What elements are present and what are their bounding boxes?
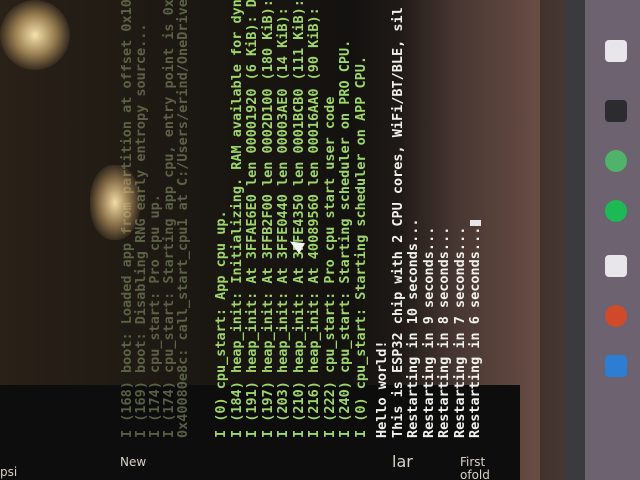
side-text-psi: psi (0, 465, 18, 479)
app-icon[interactable] (605, 100, 627, 122)
boot-log-line: I (0) cpu_start: App cpu up. (213, 210, 229, 438)
faded-log-line: 0x40080e8c: call_start_cpu1 at C:/Users/… (175, 0, 191, 438)
terminal-cursor (469, 219, 481, 226)
boot-log-line: I (210) heap_init: At 3FFE4350 len 0001B… (290, 0, 307, 438)
boot-log-line: I (216) heap_init: At 40089560 len 00016… (306, 0, 322, 438)
faded-log-line: I (174) cpu_start: Pro cpu up. (147, 194, 163, 438)
window-edge (565, 0, 585, 480)
boot-log-line: I (222) cpu_start: Pro cpu start user co… (321, 96, 338, 438)
app-icon[interactable] (605, 305, 627, 327)
output-line: Restarting in 7 seconds... (451, 226, 468, 438)
boot-log-line: I (240) cpu_start: Starting scheduler on… (337, 39, 353, 438)
side-text-lar: lar (392, 452, 413, 471)
boot-log-line: I (203) heap_init: At 3FFE0440 len 00003… (275, 0, 291, 438)
boot-log-line: I (0) cpu_start: Starting scheduler on A… (352, 55, 369, 438)
light-glare (0, 0, 70, 70)
app-icon[interactable] (605, 355, 627, 377)
output-line: Restarting in 9 seconds... (420, 226, 437, 438)
output-line: Restarting in 8 seconds... (436, 226, 452, 438)
app-icon[interactable] (605, 40, 627, 62)
output-line: This is ESP32 chip with 2 CPU cores, WiF… (389, 7, 406, 438)
serial-monitor-terminal: I (168) boot: Loaded app from partition … (0, 0, 520, 480)
boot-log-line: I (197) heap_init: At 3FFB2F00 len 0002D… (259, 0, 276, 438)
output-line: Restarting in 10 seconds... (405, 218, 421, 438)
app-icon[interactable] (605, 255, 627, 277)
taskbar (585, 0, 640, 480)
light-glare (90, 165, 140, 240)
boot-log-line: I (191) heap_init: At 3FFAE6E0 len 00001… (244, 0, 260, 438)
output-line: Restarting in 6 seconds... (467, 219, 483, 438)
photo-scene: I (168) boot: Loaded app from partition … (0, 0, 640, 480)
boot-log-line: I (184) heap_init: Initializing. RAM ava… (228, 0, 245, 438)
spotify-icon[interactable] (605, 200, 627, 222)
output-line: Hello world! (374, 340, 390, 438)
faded-log-line: I (174) cpu_start: Starting app cpu, ent… (161, 0, 177, 438)
side-text-new: New (120, 455, 147, 469)
chrome-icon[interactable] (605, 150, 627, 172)
faded-log-line: I (169) boot: Disabling RNG early entrop… (133, 23, 149, 438)
side-text-folder: ofold (460, 468, 490, 480)
side-text-first: First (460, 455, 486, 469)
